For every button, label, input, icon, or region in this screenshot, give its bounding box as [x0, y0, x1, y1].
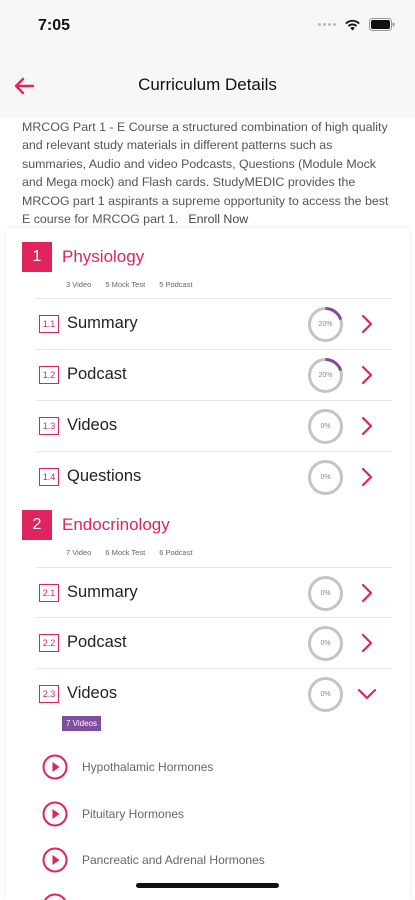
section-mock-count: 6 Mock Test — [105, 548, 146, 557]
section-number: 1 — [22, 242, 52, 272]
lesson-number: 1.4 — [39, 468, 59, 486]
nav-bar: Curriculum Details — [0, 52, 415, 118]
enroll-now-link[interactable]: Enroll Now — [188, 212, 248, 226]
progress-ring: 20% — [307, 357, 344, 394]
lesson-label: Questions — [67, 467, 142, 485]
video-item[interactable]: Hypothalamic Hormones — [42, 752, 382, 782]
lesson-number: 1.3 — [39, 417, 59, 435]
chevron-right-icon[interactable] — [356, 313, 378, 335]
section-title: Endocrinology — [62, 515, 170, 534]
lesson-number: 1.1 — [39, 315, 59, 333]
lesson-label: Videos — [67, 416, 118, 434]
page-title: Curriculum Details — [138, 75, 277, 94]
lesson-number: 2.1 — [39, 584, 59, 602]
wifi-icon — [345, 19, 360, 30]
section-title: Physiology — [62, 247, 145, 266]
course-description-text: MRCOG Part 1 - E Course a structured com… — [22, 120, 389, 227]
progress-percent: 20% — [318, 372, 333, 379]
signal-icon — [318, 23, 336, 26]
video-title: Hypothalamic Hormones — [82, 760, 214, 774]
play-circle-icon — [42, 847, 68, 873]
lesson-row[interactable]: 1.1 Summary 20% — [36, 298, 392, 348]
section-number: 2 — [22, 510, 52, 540]
section-video-count: 3 Video — [66, 280, 92, 289]
video-title: Pancreatic and Adrenal Hormones — [82, 853, 265, 867]
progress-ring: 0% — [307, 625, 344, 662]
progress-percent: 0% — [320, 423, 331, 430]
video-title: Pituitary Hormones — [82, 807, 185, 821]
progress-percent: 0% — [320, 640, 331, 647]
lesson-row[interactable]: 1.4 Questions 0% — [36, 451, 392, 501]
chevron-right-icon[interactable] — [356, 632, 378, 654]
chevron-right-icon[interactable] — [356, 415, 378, 437]
lesson-number: 2.3 — [39, 685, 59, 703]
lesson-label: Podcast — [67, 633, 127, 651]
chevron-right-icon[interactable] — [356, 582, 378, 604]
status-bar: 7:05 — [0, 0, 415, 52]
progress-ring: 0% — [307, 676, 344, 713]
section-podcast-count: 6 Podcast — [159, 548, 193, 557]
progress-percent: 0% — [320, 691, 331, 698]
lesson-row[interactable]: 1.3 Videos 0% — [36, 400, 392, 450]
chevron-down-icon[interactable] — [356, 683, 378, 705]
video-item[interactable]: Pituitary Hormones — [42, 799, 382, 829]
lesson-row[interactable]: 2.1 Summary 0% — [36, 567, 392, 617]
section-video-count: 7 Video — [66, 548, 92, 557]
status-time: 7:05 — [38, 17, 71, 34]
lesson-number: 1.2 — [39, 366, 59, 384]
home-indicator — [136, 883, 279, 888]
progress-ring: 0% — [307, 408, 344, 445]
section-header[interactable]: 1 Physiology 3 Video 5 Mock Test 5 Podca… — [22, 242, 402, 292]
chevron-right-icon[interactable] — [356, 466, 378, 488]
play-circle-icon — [44, 893, 66, 900]
progress-percent: 0% — [320, 590, 331, 597]
lesson-label: Summary — [67, 583, 138, 601]
section-mock-count: 5 Mock Test — [105, 280, 146, 289]
progress-percent: 20% — [318, 321, 333, 328]
progress-ring: 20% — [307, 306, 344, 343]
video-item[interactable] — [42, 891, 382, 900]
lesson-label: Summary — [67, 314, 138, 332]
videos-count-badge: 7 Videos — [62, 716, 101, 731]
lesson-label: Podcast — [67, 365, 127, 383]
lesson-row[interactable]: 2.2 Podcast 0% — [36, 617, 392, 667]
section-header[interactable]: 2 Endocrinology 7 Video 6 Mock Test 6 Po… — [22, 510, 402, 560]
progress-ring: 0% — [307, 575, 344, 612]
progress-percent: 0% — [320, 474, 331, 481]
play-circle-icon — [42, 801, 68, 827]
progress-ring: 0% — [307, 459, 344, 496]
video-item[interactable]: Pancreatic and Adrenal Hormones — [42, 845, 382, 875]
status-icons — [318, 18, 395, 31]
battery-icon — [369, 18, 395, 31]
lesson-row-expanded[interactable]: 2.3 Videos 0% — [36, 668, 392, 718]
lesson-number: 2.2 — [39, 634, 59, 652]
chevron-right-icon[interactable] — [356, 364, 378, 386]
lesson-label: Videos — [67, 684, 118, 702]
section-meta: 3 Video 5 Mock Test 5 Podcast — [66, 280, 193, 289]
course-description: MRCOG Part 1 - E Course a structured com… — [22, 118, 397, 228]
section-podcast-count: 5 Podcast — [159, 280, 193, 289]
play-circle-icon — [42, 754, 68, 780]
lesson-row[interactable]: 1.2 Podcast 20% — [36, 349, 392, 399]
section-meta: 7 Video 6 Mock Test 6 Podcast — [66, 548, 193, 557]
